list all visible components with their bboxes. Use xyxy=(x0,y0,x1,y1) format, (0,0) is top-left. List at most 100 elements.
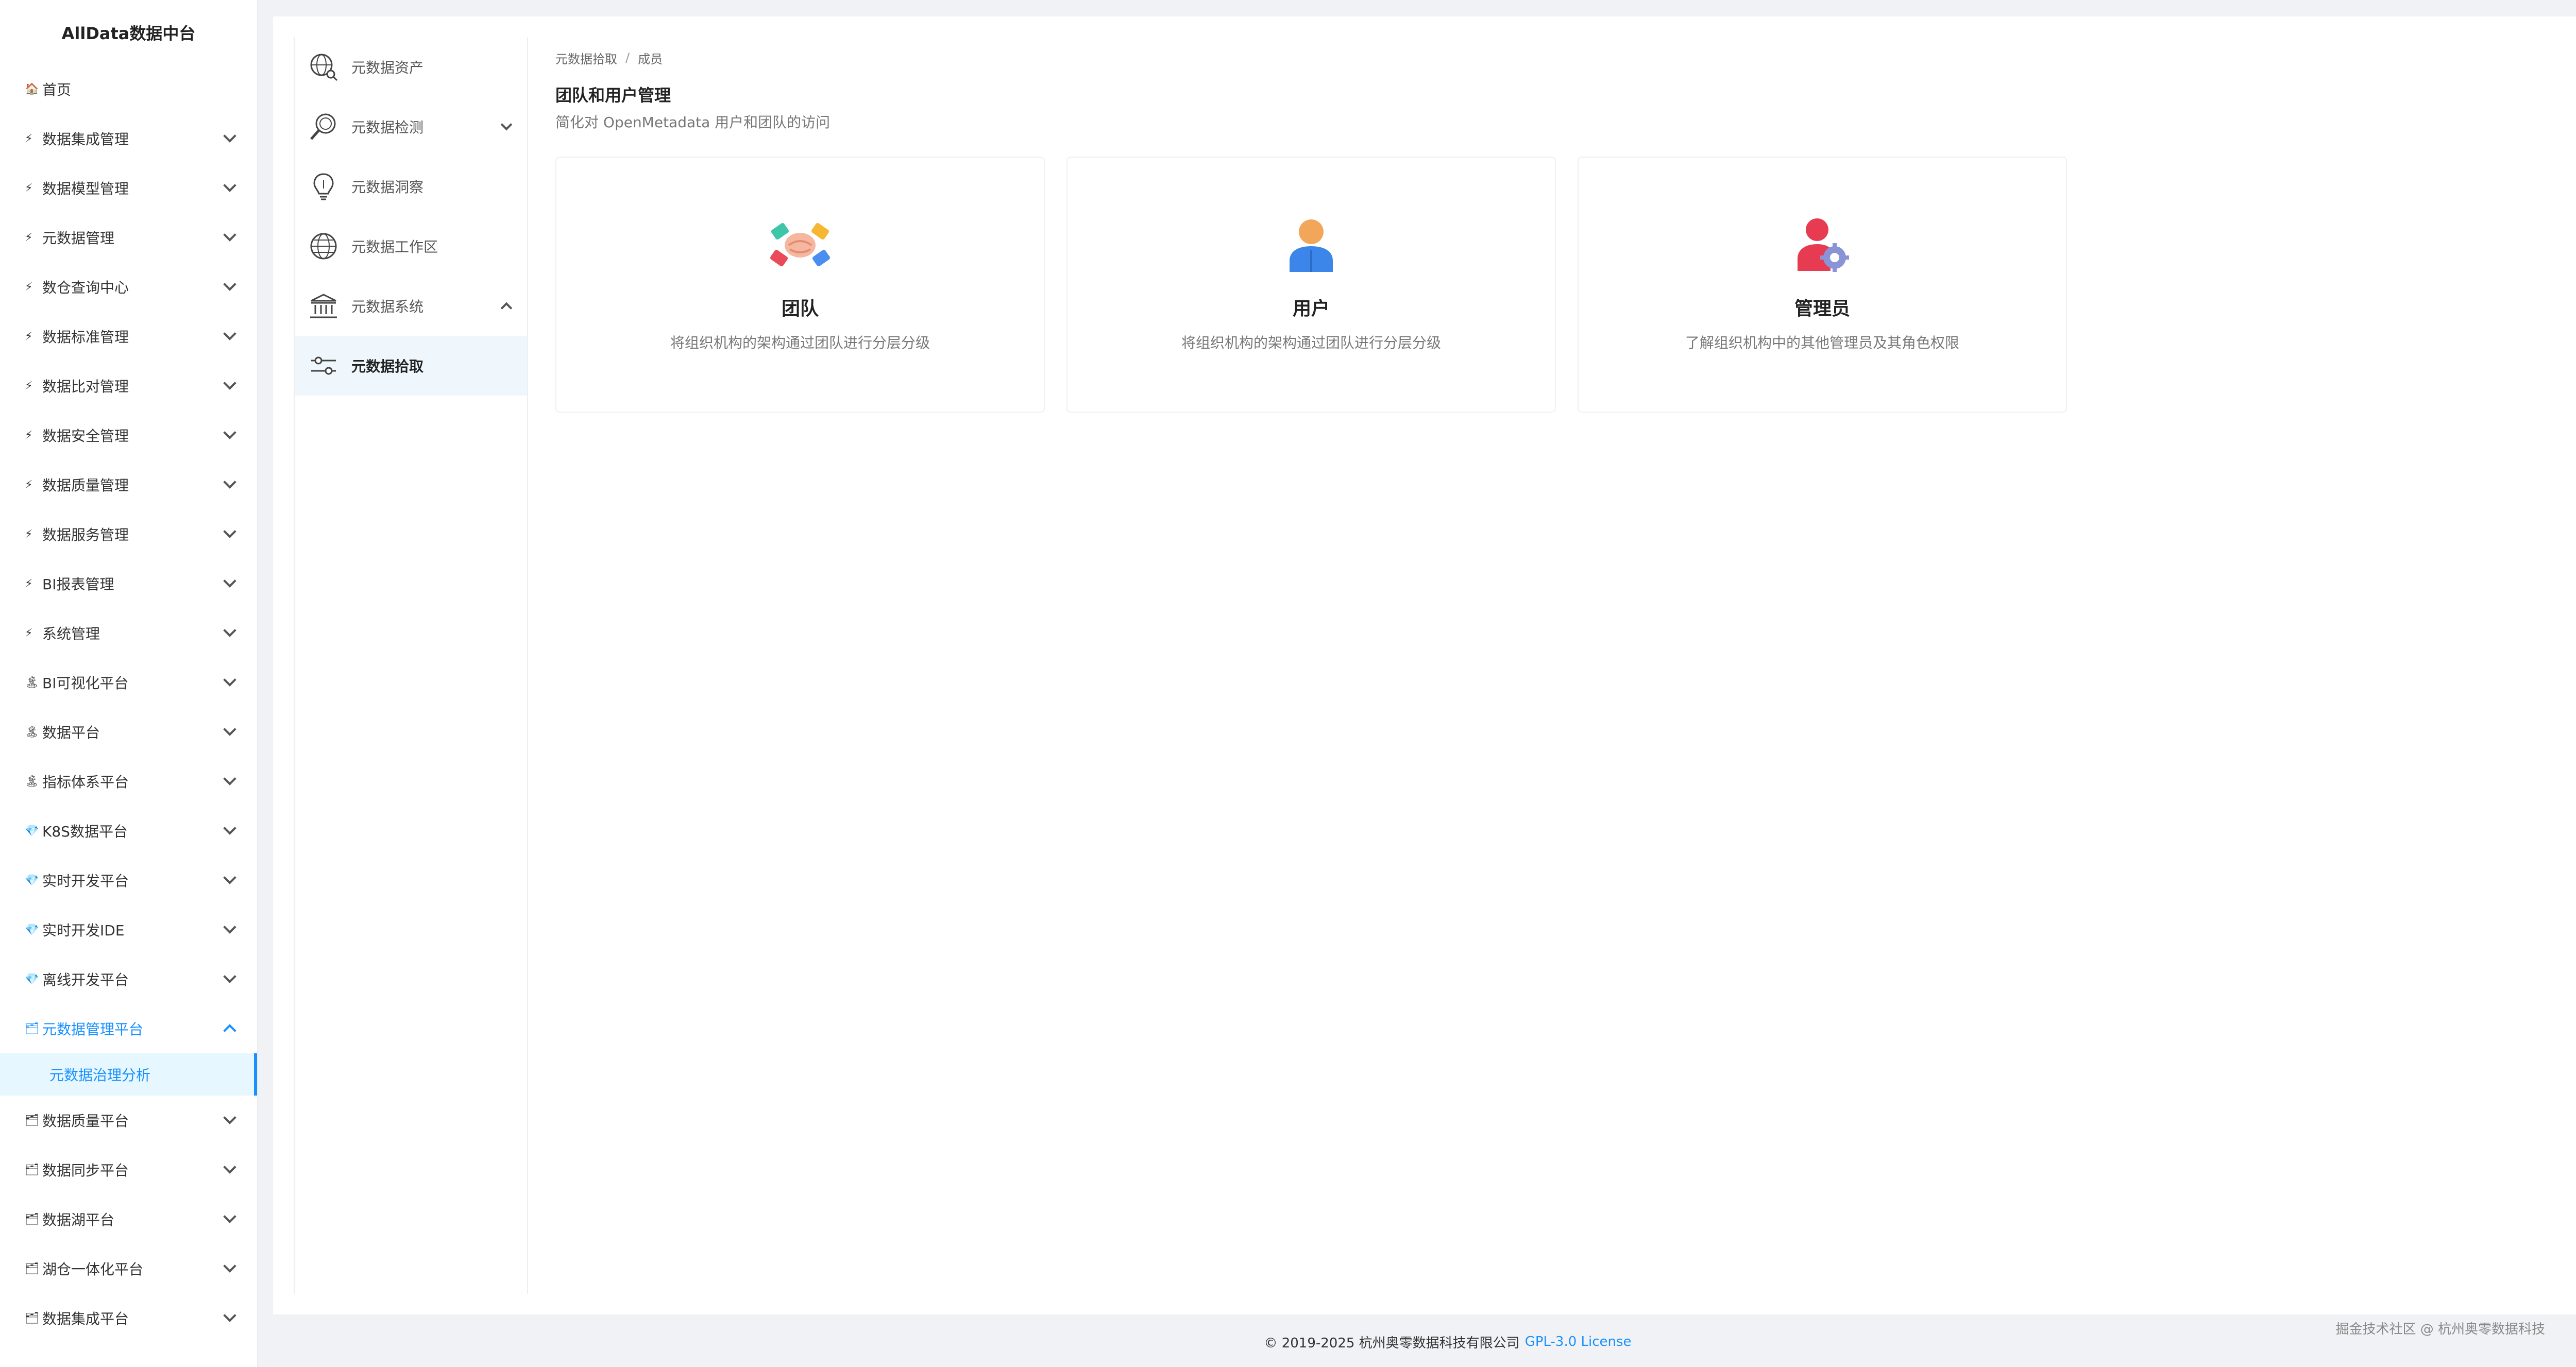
chevron-down-icon xyxy=(223,228,236,242)
team-card[interactable]: 团队 将组织机构的架构通过团队进行分层分级 xyxy=(555,157,1045,413)
folder-icon: 🗂 xyxy=(25,1022,39,1035)
folder-icon: 🗂 xyxy=(25,1311,39,1325)
license-link[interactable]: GPL-3.0 License xyxy=(1525,1334,1632,1349)
lightning-icon: ⚡ xyxy=(25,429,33,442)
sidebar-item-label: 数据质量管理 xyxy=(42,477,129,494)
sidebar-item-home[interactable]: 🏠 首页 xyxy=(0,64,257,114)
sidebar-item-label: 实时开发平台 xyxy=(42,873,129,890)
watermark-text: 掘金技术社区 @ 杭州奥零数据科技 xyxy=(2335,1322,2545,1337)
admin-gear-icon xyxy=(1798,218,1849,272)
card-description: 将组织机构的架构通过团队进行分层分级 xyxy=(1181,334,1441,351)
sidebar-item-realtime-dev[interactable]: 💎 实时开发平台 xyxy=(0,856,257,905)
breadcrumb: 元数据拾取 / 成员 xyxy=(555,47,2576,68)
sidebar-item-label: 数据集成管理 xyxy=(42,131,129,148)
card-description: 将组织机构的架构通过团队进行分层分级 xyxy=(670,334,930,351)
admin-card[interactable]: 管理员 了解组织机构中的其他管理员及其角色权限 xyxy=(1578,157,2067,413)
team-handshake-icon xyxy=(770,223,831,267)
submenu-item-label: 元数据资产 xyxy=(351,59,424,76)
sidebar-item-sync-platform[interactable]: 🗂 数据同步平台 xyxy=(0,1145,257,1194)
submenu-item-pickup[interactable]: 元数据拾取 xyxy=(295,336,527,396)
chevron-down-icon xyxy=(223,475,236,489)
sidebar-item-label: 数据同步平台 xyxy=(42,1162,129,1179)
sidebar-item-bi-report[interactable]: ⚡ BI报表管理 xyxy=(0,559,257,608)
sidebar-item-data-service[interactable]: ⚡ 数据服务管理 xyxy=(0,509,257,559)
sidebar-item-data-model[interactable]: ⚡ 数据模型管理 xyxy=(0,163,257,213)
card-description: 了解组织机构中的其他管理员及其角色权限 xyxy=(1685,334,1959,351)
sidebar-item-data-security[interactable]: ⚡ 数据安全管理 xyxy=(0,411,257,460)
main-panel: 元数据资产 元数据检测 元数据洞察 元数据工作区 元数据系统 元数据拾取 元数据… xyxy=(273,16,2576,1314)
page-title: 团队和用户管理 xyxy=(555,86,671,105)
sidebar-item-data-standard[interactable]: ⚡ 数据标准管理 xyxy=(0,312,257,361)
sidebar-item-data-platform[interactable]: 🏝 数据平台 xyxy=(0,707,257,757)
sidebar-item-lakehouse[interactable]: 🗂 湖仓一体化平台 xyxy=(0,1244,257,1293)
sidebar-item-realtime-ide[interactable]: 💎 实时开发IDE xyxy=(0,905,257,954)
magnifier-icon xyxy=(307,110,340,143)
chevron-down-icon xyxy=(223,1210,236,1223)
chevron-down-icon xyxy=(223,377,236,390)
sidebar-item-lake-platform[interactable]: 🗂 数据湖平台 xyxy=(0,1194,257,1244)
folder-icon: 🗂 xyxy=(25,1212,39,1226)
sidebar-item-bi-visual[interactable]: 🏝 BI可视化平台 xyxy=(0,658,257,707)
diamond-icon: 💎 xyxy=(25,923,39,936)
user-icon xyxy=(1290,219,1333,272)
footer: © 2019-2025 杭州奥零数据科技有限公司 GPL-3.0 License xyxy=(273,1319,2576,1365)
chevron-down-icon xyxy=(223,179,236,192)
sidebar-subitem-metadata-governance[interactable]: 元数据治理分析 xyxy=(0,1053,257,1096)
submenu-item-label: 元数据工作区 xyxy=(351,238,438,255)
chevron-down-icon xyxy=(223,327,236,340)
breadcrumb-separator: / xyxy=(625,50,630,65)
sidebar-item-label: 数据服务管理 xyxy=(42,526,129,543)
sidebar: AllData数据中台 🏠 首页 ⚡ 数据集成管理 ⚡ 数据模型管理 ⚡ 元数据管理 ⚡… xyxy=(0,0,258,1367)
sidebar-item-integration-platform[interactable]: 🗂 数据集成平台 xyxy=(0,1293,257,1343)
sidebar-item-metadata-platform[interactable]: 🗂 元数据管理平台 xyxy=(0,1004,257,1053)
folder-icon: 🗂 xyxy=(25,1163,39,1176)
island-icon: 🏝 xyxy=(25,775,39,788)
card-title: 用户 xyxy=(1292,298,1330,319)
sidebar-item-label: 数据集成平台 xyxy=(42,1310,129,1327)
breadcrumb-item[interactable]: 元数据拾取 xyxy=(555,49,617,67)
sidebar-item-offline-dev[interactable]: 💎 离线开发平台 xyxy=(0,954,257,1004)
sidebar-item-system[interactable]: ⚡ 系统管理 xyxy=(0,608,257,658)
submenu-item-system[interactable]: 元数据系统 xyxy=(295,276,527,336)
submenu-item-insight[interactable]: 元数据洞察 xyxy=(295,157,527,216)
globe-icon xyxy=(307,230,340,263)
chevron-down-icon xyxy=(223,723,236,736)
sidebar-item-data-integration[interactable]: ⚡ 数据集成管理 xyxy=(0,114,257,163)
sidebar-item-data-compare[interactable]: ⚡ 数据比对管理 xyxy=(0,361,257,411)
chevron-down-icon xyxy=(223,129,236,143)
sidebar-item-k8s[interactable]: 💎 K8S数据平台 xyxy=(0,806,257,856)
sliders-icon xyxy=(307,349,340,382)
secondary-menu: 元数据资产 元数据检测 元数据洞察 元数据工作区 元数据系统 元数据拾取 xyxy=(294,37,528,1294)
globe-search-icon xyxy=(307,50,340,83)
sidebar-item-metadata[interactable]: ⚡ 元数据管理 xyxy=(0,213,257,262)
sidebar-item-label: BI可视化平台 xyxy=(42,675,129,692)
submenu-item-workspace[interactable]: 元数据工作区 xyxy=(295,216,527,276)
chevron-down-icon xyxy=(500,118,513,131)
sidebar-item-label: 实时开发IDE xyxy=(42,922,125,939)
sidebar-item-label: 系统管理 xyxy=(42,625,100,642)
lightning-icon: ⚡ xyxy=(25,478,33,491)
sidebar-item-label: 数据湖平台 xyxy=(42,1211,115,1228)
chevron-down-icon xyxy=(223,673,236,687)
sidebar-item-label: 元数据管理平台 xyxy=(42,1021,144,1038)
chevron-down-icon xyxy=(223,624,236,637)
lightning-icon: ⚡ xyxy=(25,527,33,541)
sidebar-item-quality-platform[interactable]: 🗂 数据质量平台 xyxy=(0,1096,257,1145)
submenu-item-detection[interactable]: 元数据检测 xyxy=(295,97,527,157)
submenu-item-label: 元数据检测 xyxy=(351,119,424,136)
sidebar-item-label: 首页 xyxy=(42,81,72,98)
lightning-icon: ⚡ xyxy=(25,231,33,244)
user-card[interactable]: 用户 将组织机构的架构通过团队进行分层分级 xyxy=(1066,157,1556,413)
sidebar-item-metrics[interactable]: 🏝 指标体系平台 xyxy=(0,757,257,806)
submenu-item-assets[interactable]: 元数据资产 xyxy=(295,37,527,97)
folder-icon: 🗂 xyxy=(25,1114,39,1127)
sidebar-item-label: 湖仓一体化平台 xyxy=(42,1261,144,1278)
chevron-down-icon xyxy=(223,1160,236,1174)
chevron-down-icon xyxy=(223,1259,236,1273)
sidebar-item-data-quality[interactable]: ⚡ 数据质量管理 xyxy=(0,460,257,509)
bank-icon xyxy=(307,289,340,322)
lightning-icon: ⚡ xyxy=(25,379,33,392)
sidebar-item-warehouse-query[interactable]: ⚡ 数仓查询中心 xyxy=(0,262,257,312)
chevron-down-icon xyxy=(223,1309,236,1322)
sidebar-item-label: 数据质量平台 xyxy=(42,1113,129,1130)
